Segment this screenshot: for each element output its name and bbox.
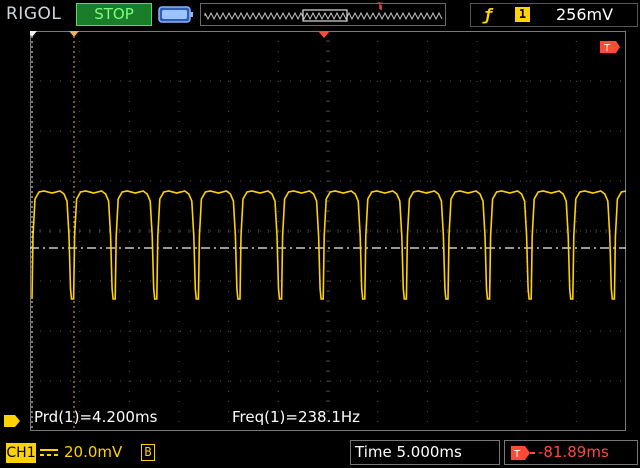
- trigger-position-marker: T: [377, 2, 383, 9]
- period-measurement: Prd(1)=4.200ms: [34, 408, 158, 426]
- trigger-flag-label: T: [603, 43, 611, 54]
- svg-text:T: T: [513, 449, 521, 460]
- run-stop-status[interactable]: STOP: [76, 3, 152, 26]
- memory-depth-icon: [158, 6, 193, 23]
- frequency-measurement: Freq(1)=238.1Hz: [232, 408, 361, 426]
- trigger-level-flag: T: [600, 41, 620, 54]
- dc-coupling-icon: [40, 449, 58, 456]
- ch1-label[interactable]: CH1: [6, 443, 36, 463]
- cursor-b-marker: [69, 31, 79, 37]
- waveform-display[interactable]: [30, 31, 626, 431]
- brand-logo: RIGOL: [6, 4, 62, 24]
- volts-per-div[interactable]: 20.0mV: [64, 443, 122, 461]
- waveform-position-strip[interactable]: [200, 3, 446, 26]
- trigger-position-value: -81.89ms: [538, 443, 609, 461]
- ch1-ground-marker: [4, 415, 20, 427]
- ch1-waveform: [31, 190, 626, 300]
- rising-edge-icon: ƒ: [483, 5, 493, 24]
- bandwidth-limit-badge: B: [141, 444, 155, 461]
- trigger-marker-label: T: [377, 2, 383, 9]
- horizontal-trigger-marker: [318, 31, 330, 38]
- trigger-offset-icon: T: [511, 446, 535, 460]
- trigger-level-value: 256mV: [556, 5, 614, 24]
- trigger-source-badge: 1: [515, 7, 530, 22]
- waveform-overview: [204, 5, 443, 22]
- cursor-a-marker: [30, 31, 37, 37]
- timebase-value: Time 5.000ms: [355, 443, 462, 461]
- graticule: [30, 31, 626, 422]
